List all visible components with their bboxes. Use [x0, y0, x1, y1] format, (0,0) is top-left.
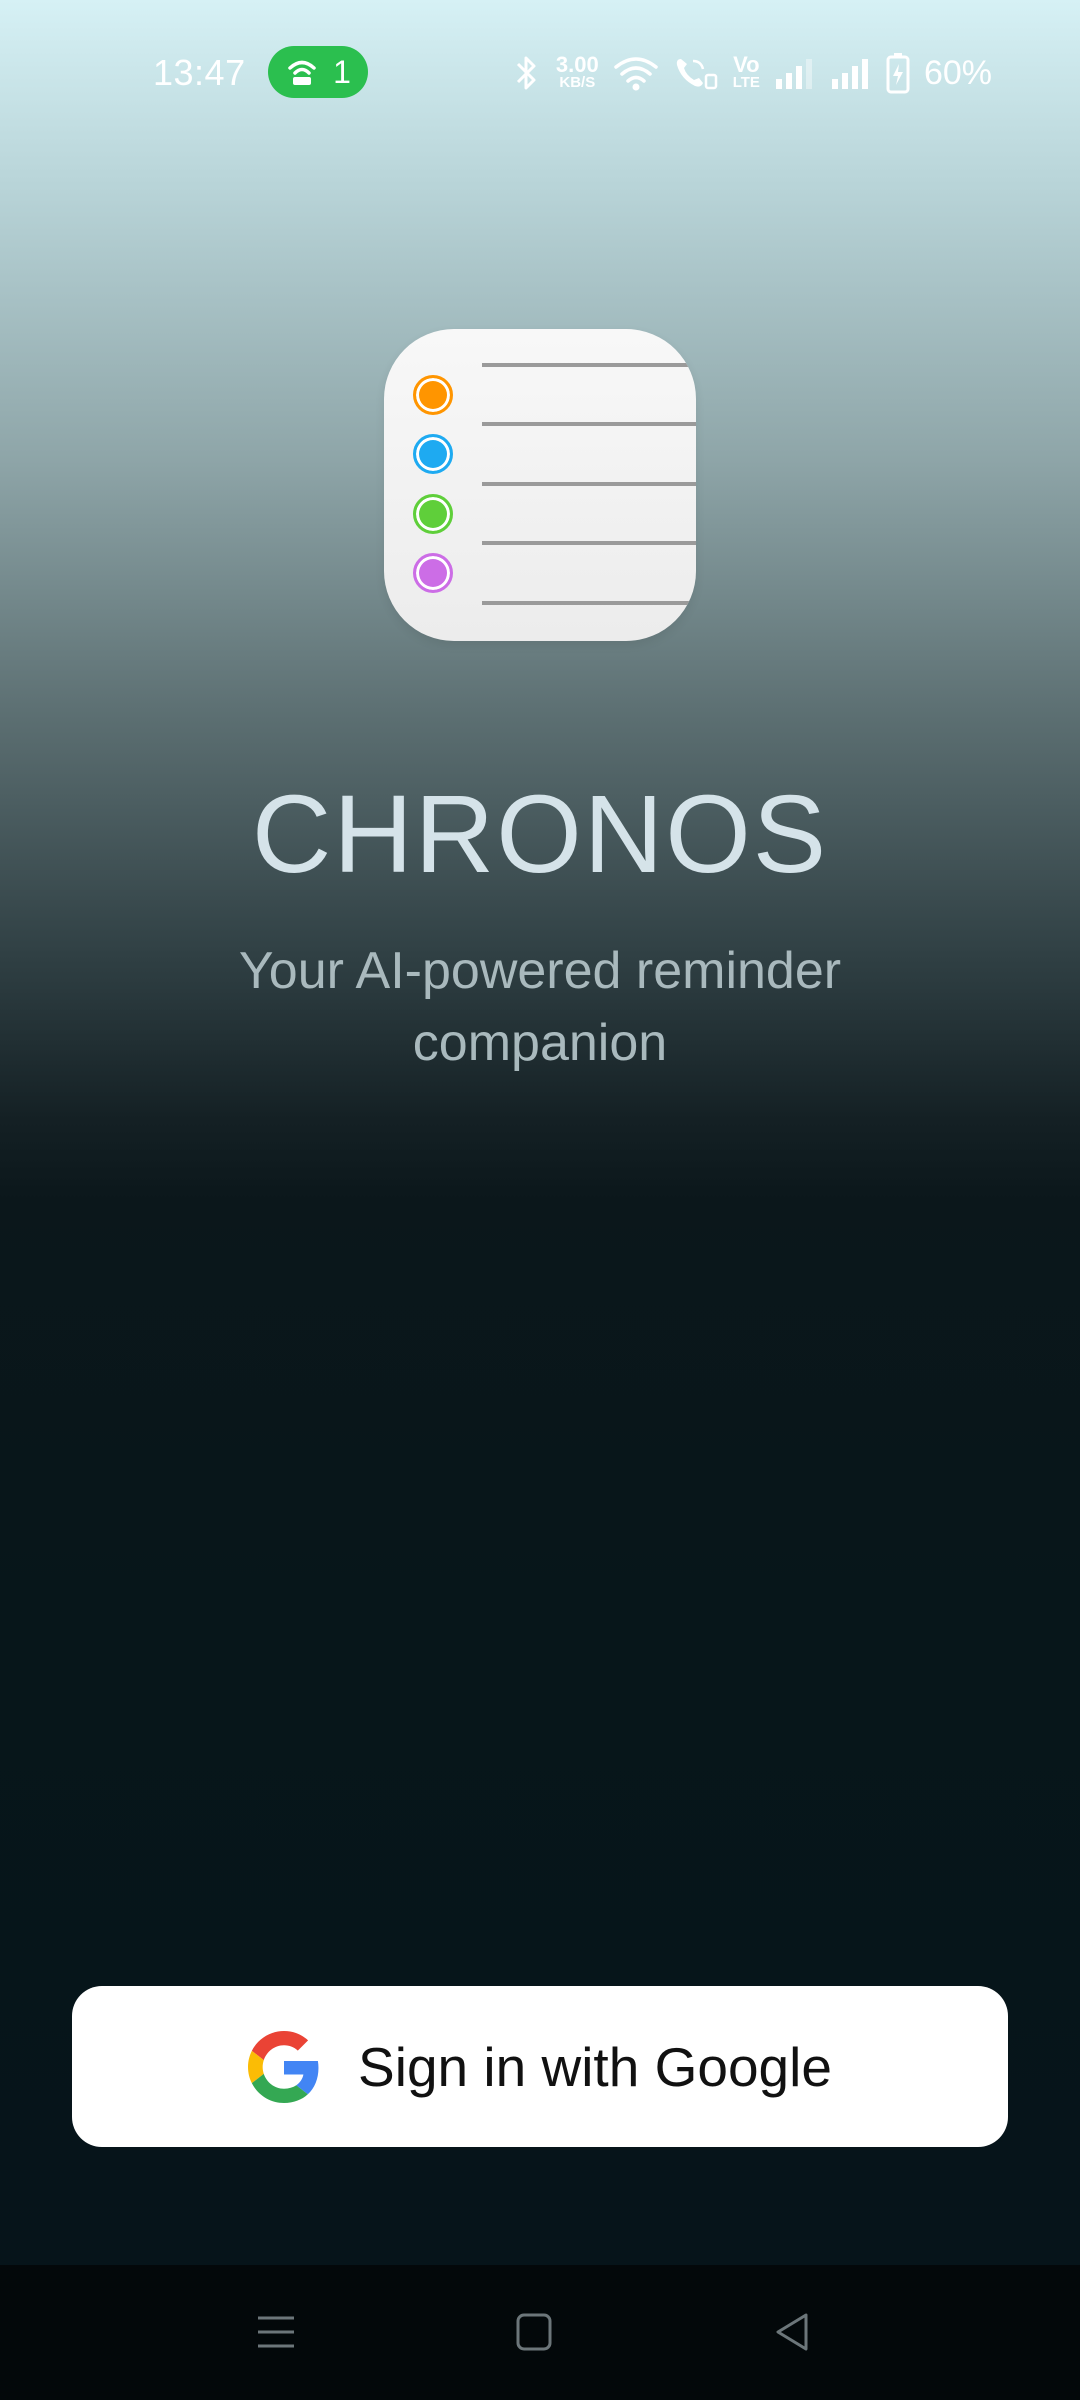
volte-indicator: Vo LTE	[732, 52, 760, 91]
google-logo-icon	[248, 2030, 319, 2103]
signal-sim2-icon	[831, 59, 868, 89]
logo-line	[482, 422, 696, 426]
hotspot-icon	[288, 60, 316, 85]
app-subtitle: Your AI-powered reminder companion	[238, 942, 842, 1072]
logo-dot-purple	[413, 553, 453, 593]
bluetooth-icon	[516, 56, 536, 90]
status-icons: 3.00 KB/S Vo LTE 60%	[512, 50, 992, 96]
logo-line	[482, 482, 696, 486]
net-speed-unit: KB/S	[559, 74, 596, 91]
wifi-calling-icon	[676, 59, 717, 90]
back-icon[interactable]	[762, 2307, 822, 2357]
network-speed: 3.00 KB/S	[555, 52, 599, 91]
menu-icon[interactable]	[246, 2307, 306, 2357]
hotspot-count: 1	[333, 53, 351, 90]
battery-percent: 60%	[923, 54, 992, 92]
navigation-bar	[0, 2265, 1080, 2400]
net-speed-value: 3.00	[555, 52, 599, 77]
home-icon[interactable]	[504, 2307, 564, 2357]
app-title: CHRONOS	[251, 773, 829, 896]
volte-top: Vo	[733, 52, 760, 77]
app-logo-icon	[384, 329, 696, 641]
logo-line	[482, 363, 696, 367]
status-time: 13:47	[153, 52, 246, 93]
logo-dot-blue	[413, 434, 453, 474]
google-signin-button[interactable]: Sign in with Google	[72, 1986, 1008, 2147]
logo-line	[482, 541, 696, 545]
signal-sim1-icon	[775, 59, 812, 89]
google-signin-label: Sign in with Google	[358, 2035, 832, 2098]
hotspot-indicator[interactable]: 1	[268, 46, 368, 98]
logo-dot-orange	[413, 375, 453, 415]
battery-charging-icon	[886, 53, 910, 94]
status-bar: 13:47 1 3.00 KB/S Vo LTE 60%	[0, 0, 1080, 145]
logo-dot-green	[413, 494, 453, 534]
volte-bottom: LTE	[732, 74, 760, 91]
logo-line	[482, 601, 696, 605]
wifi-icon	[613, 57, 658, 91]
